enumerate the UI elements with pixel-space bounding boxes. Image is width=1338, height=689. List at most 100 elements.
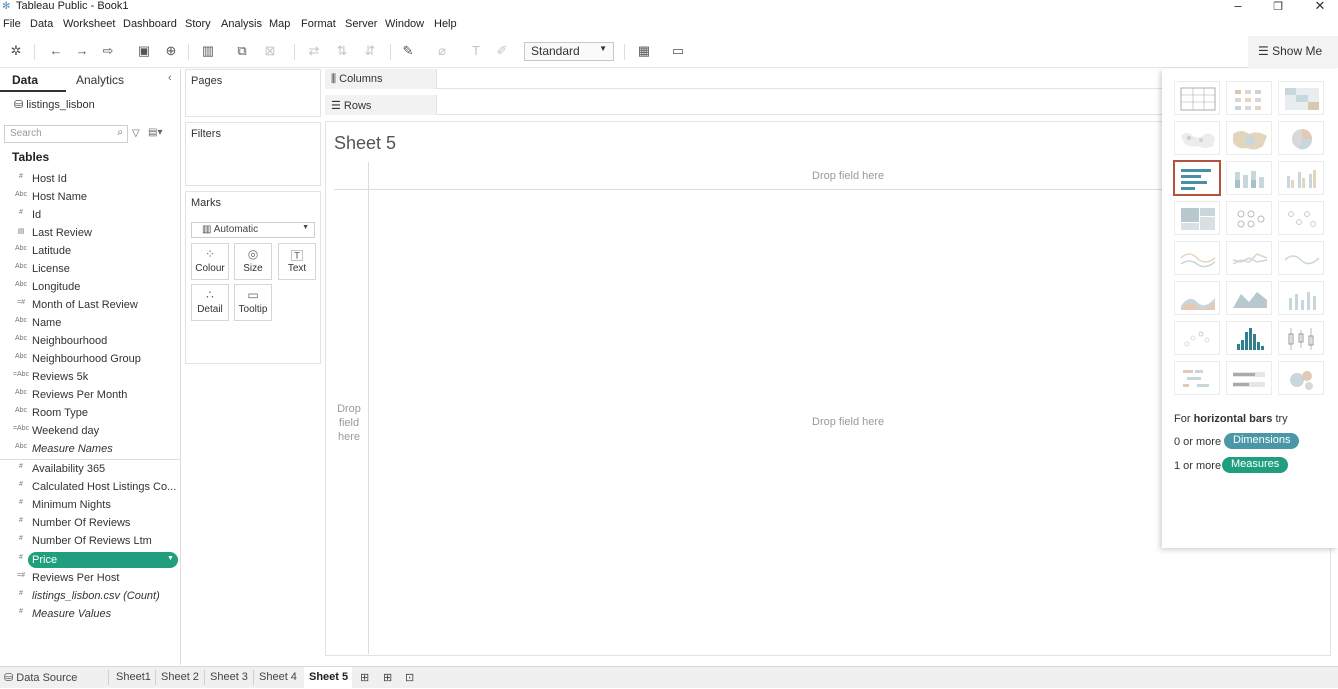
menu-story[interactable]: Story [185,18,211,30]
chart-filled-map[interactable] [1226,121,1272,155]
view-options-icon[interactable]: ▤▾ [148,127,162,138]
new-worksheet-tab-icon[interactable]: ⊞ [360,671,369,684]
chart-pie[interactable] [1278,121,1324,155]
field-id[interactable]: # Id [0,207,180,225]
fit-select[interactable]: Standard ▼ [524,42,614,61]
size-button[interactable]: ◎ Size [234,243,272,280]
mark-type-select[interactable]: ▥ Automatic ▼ [191,222,315,238]
menu-dashboard[interactable]: Dashboard [123,18,177,30]
tab-analytics[interactable]: Analytics [76,73,124,87]
chevron-down-icon[interactable]: ▼ [167,555,174,562]
field-neighbourhood[interactable]: Abc Neighbourhood [0,333,180,351]
pin-icon[interactable]: ✐ [494,43,510,59]
field-reviews-per-month[interactable]: Abc Reviews Per Month [0,387,180,405]
chart-circle-views[interactable] [1226,201,1272,235]
chart-horizontal-bars[interactable] [1173,160,1221,196]
datasource-item[interactable]: ⛁ listings_lisbon [14,98,95,111]
menu-map[interactable]: Map [269,18,290,30]
clear-sheet-icon[interactable]: ⊠ [262,43,278,59]
menu-window[interactable]: Window [385,18,424,30]
menu-data[interactable]: Data [30,18,53,30]
chart-histogram[interactable] [1226,321,1272,355]
field-room-type[interactable]: Abc Room Type [0,405,180,423]
menu-worksheet[interactable]: Worksheet [63,18,115,30]
undo-icon[interactable]: ← [48,43,64,58]
field-weekend-day[interactable]: =Abc Weekend day [0,423,180,441]
drop-zone-rows[interactable]: Drop field here [334,402,364,444]
field-license[interactable]: Abc License [0,261,180,279]
menu-help[interactable]: Help [434,18,457,30]
field-minimum-nights[interactable]: # Minimum Nights [0,497,180,515]
field-latitude[interactable]: Abc Latitude [0,243,180,261]
search-input[interactable]: Search ⌕ [4,125,128,143]
minimize-button[interactable]: – [1228,0,1248,13]
field-price[interactable]: # Price ▼ [0,552,180,570]
menu-format[interactable]: Format [301,18,336,30]
colour-button[interactable]: ⁘ Colour [191,243,229,280]
chart-side-by-side-bars[interactable] [1278,161,1324,195]
chart-packed-bubbles[interactable] [1278,361,1324,395]
chart-heat-map[interactable] [1226,81,1272,115]
field-calculated-host-listings[interactable]: # Calculated Host Listings Co... [0,479,180,497]
sheet-tab-3[interactable]: Sheet 3 [210,671,248,683]
chart-text-table[interactable] [1174,81,1220,115]
duplicate-sheet-icon[interactable]: ⧉ [234,43,250,59]
text-button[interactable]: 🅃 Text [278,243,316,280]
sort-descending-icon[interactable]: ⇵ [362,43,378,59]
presentation-mode-icon[interactable]: ▭ [670,43,686,59]
field-number-of-reviews[interactable]: # Number Of Reviews [0,515,180,533]
chart-scatter-plot[interactable] [1174,321,1220,355]
filters-card[interactable]: Filters [185,122,321,186]
field-reviews-5k[interactable]: =Abc Reviews 5k [0,369,180,387]
chart-area-continuous[interactable] [1174,281,1220,315]
chart-box-whisker[interactable] [1278,321,1324,355]
drop-zone-center[interactable]: Drop field here [812,416,884,428]
highlight-icon[interactable]: ✎ [400,43,416,59]
tableau-home-icon[interactable]: ✲ [8,43,24,59]
menu-server[interactable]: Server [345,18,377,30]
sheet-tab-1[interactable]: Sheet1 [116,671,151,683]
field-longitude[interactable]: Abc Longitude [0,279,180,297]
restore-button[interactable]: ❐ [1268,0,1288,13]
sheet-tab-5-active[interactable]: Sheet 5 [309,671,348,683]
new-datasource-icon[interactable]: ⊕ [163,43,179,59]
field-reviews-per-host[interactable]: =# Reviews Per Host [0,570,180,588]
sheet-tab-4[interactable]: Sheet 4 [259,671,297,683]
chart-symbol-map[interactable] [1174,121,1220,155]
show-me-button[interactable]: ☰ Show Me [1248,36,1338,68]
field-host-name[interactable]: Abc Host Name [0,189,180,207]
chart-side-by-side-circles[interactable] [1278,201,1324,235]
chart-highlight-table[interactable] [1278,81,1324,115]
menu-analysis[interactable]: Analysis [221,18,262,30]
sort-ascending-icon[interactable]: ⇅ [334,43,350,59]
filter-icon[interactable]: ▽ [132,128,140,139]
tab-data[interactable]: Data [12,73,38,87]
replay-icon[interactable]: ⇨ [100,43,116,59]
swap-axes-icon[interactable]: ⇄ [306,43,322,59]
field-record-count[interactable]: # listings_lisbon.csv (Count) [0,588,180,606]
field-neighbourhood-group[interactable]: Abc Neighbourhood Group [0,351,180,369]
field-measure-names[interactable]: Abc Measure Names [0,441,180,459]
group-icon[interactable]: ⌀ [434,43,450,59]
field-number-of-reviews-ltm[interactable]: # Number Of Reviews Ltm [0,533,180,551]
pages-card[interactable]: Pages [185,69,321,117]
new-story-tab-icon[interactable]: ⊡ [405,671,414,684]
collapse-pane-icon[interactable]: ‹ [168,72,172,84]
new-worksheet-icon[interactable]: ▥ [200,43,216,59]
new-dashboard-tab-icon[interactable]: ⊞ [383,671,392,684]
drop-zone-columns[interactable]: Drop field here [812,170,884,182]
chart-lines-discrete[interactable] [1226,241,1272,275]
field-host-id[interactable]: # Host Id [0,171,180,189]
chart-area-discrete[interactable] [1226,281,1272,315]
field-availability-365[interactable]: # Availability 365 [0,461,180,479]
sheet-tab-2[interactable]: Sheet 2 [161,671,199,683]
field-month-of-last-review[interactable]: =# Month of Last Review [0,297,180,315]
chart-stacked-bars[interactable] [1226,161,1272,195]
detail-button[interactable]: ∴ Detail [191,284,229,321]
chart-lines-continuous[interactable] [1174,241,1220,275]
chart-bullet-graph[interactable] [1226,361,1272,395]
close-button[interactable]: ✕ [1310,0,1330,14]
chart-dual-combination[interactable] [1278,281,1324,315]
save-icon[interactable]: ▣ [136,43,152,59]
redo-icon[interactable]: → [74,43,90,58]
